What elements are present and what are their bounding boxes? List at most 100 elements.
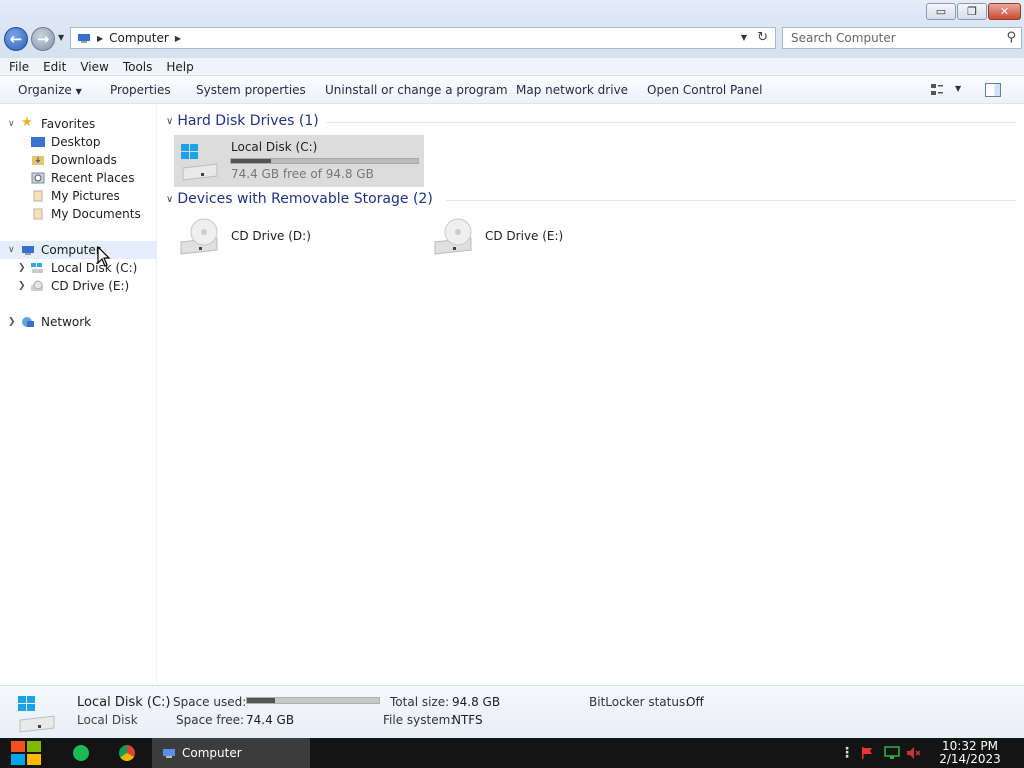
drive-tile-cd-drive-d[interactable]: CD Drive (D:) bbox=[174, 216, 424, 260]
explorer-window: ▭ ❐ ✕ ← → ▼ ▶ Computer ▶ ▼ ↻ Search Comp… bbox=[0, 0, 1024, 738]
space-free-label: Space free: bbox=[176, 713, 245, 727]
bitlocker-status-label: BitLocker status: bbox=[589, 695, 690, 709]
cd-drive-icon bbox=[31, 280, 43, 291]
expand-arrow-icon[interactable]: ❯ bbox=[18, 263, 26, 273]
recent-places-icon bbox=[31, 172, 45, 184]
navigation-bar: ← → ▼ ▶ Computer ▶ ▼ ↻ Search Computer ⚲ bbox=[0, 24, 1024, 58]
map-network-drive-button[interactable]: Map network drive bbox=[516, 83, 628, 97]
drive-tile-local-disk-c[interactable]: Local Disk (C:) 74.4 GB free of 94.8 GB bbox=[174, 135, 424, 187]
sidebar-item-my-documents[interactable]: My Documents bbox=[0, 205, 157, 223]
action-center-flag-icon[interactable] bbox=[860, 746, 874, 760]
collapse-arrow-icon[interactable]: ∨ bbox=[166, 194, 173, 205]
address-dropdown-icon[interactable]: ▼ bbox=[741, 33, 747, 42]
back-arrow-icon: ← bbox=[9, 30, 23, 48]
expand-arrow-icon[interactable]: ❯ bbox=[8, 317, 16, 327]
uninstall-program-button[interactable]: Uninstall or change a program bbox=[325, 83, 508, 97]
computer-icon bbox=[78, 34, 90, 43]
cd-drive-icon bbox=[434, 218, 472, 255]
hard-drive-icon bbox=[31, 263, 43, 273]
close-button[interactable]: ✕ bbox=[988, 3, 1021, 20]
taskbar: Computer ⋮ 10:32 PM 2/14/2023 bbox=[0, 738, 1024, 768]
forward-button[interactable]: → bbox=[31, 27, 55, 51]
address-bar[interactable]: ▶ Computer ▶ ▼ ↻ bbox=[70, 27, 776, 49]
view-options-dropdown-icon[interactable]: ▼ bbox=[955, 84, 961, 93]
sidebar-item-computer[interactable]: ∨ Computer bbox=[0, 241, 157, 259]
spotify-icon[interactable] bbox=[73, 745, 89, 761]
back-button[interactable]: ← bbox=[4, 27, 28, 51]
group-title: Devices with Removable Storage (2) bbox=[177, 191, 433, 207]
details-pane: Local Disk (C:) Local Disk Space used: S… bbox=[0, 685, 1024, 738]
recent-pages-dropdown-icon[interactable]: ▼ bbox=[58, 33, 64, 42]
total-size-label: Total size: bbox=[390, 695, 450, 709]
organize-button[interactable]: Organize ▼ bbox=[18, 83, 82, 97]
breadcrumb-separator-icon[interactable]: ▶ bbox=[97, 34, 103, 43]
star-icon: ★ bbox=[21, 115, 33, 130]
open-control-panel-button[interactable]: Open Control Panel bbox=[647, 83, 762, 97]
show-hidden-icons-icon[interactable]: ⋮ bbox=[840, 745, 854, 761]
network-status-icon[interactable] bbox=[884, 746, 900, 760]
details-drive-name: Local Disk (C:) bbox=[77, 695, 171, 710]
menu-tools[interactable]: Tools bbox=[118, 60, 158, 74]
collapse-arrow-icon[interactable]: ∨ bbox=[8, 245, 15, 255]
collapse-arrow-icon[interactable]: ∨ bbox=[8, 119, 15, 129]
menu-bar: File Edit View Tools Help bbox=[0, 58, 1024, 76]
drive-name: Local Disk (C:) bbox=[231, 140, 318, 154]
sidebar-item-label: My Pictures bbox=[51, 189, 120, 203]
search-input[interactable]: Search Computer ⚲ bbox=[782, 27, 1022, 49]
sidebar-item-favorites[interactable]: ∨ ★ Favorites bbox=[0, 115, 157, 133]
sidebar-item-label: Favorites bbox=[41, 117, 96, 131]
downloads-folder-icon bbox=[32, 156, 44, 165]
expand-arrow-icon[interactable]: ❯ bbox=[18, 281, 26, 291]
menu-file[interactable]: File bbox=[4, 60, 34, 74]
search-icon[interactable]: ⚲ bbox=[1006, 30, 1016, 45]
menu-help[interactable]: Help bbox=[161, 60, 198, 74]
documents-folder-icon bbox=[33, 208, 43, 220]
space-used-fill bbox=[247, 698, 276, 703]
title-bar[interactable]: ▭ ❐ ✕ bbox=[0, 0, 1024, 24]
group-divider bbox=[326, 122, 1016, 123]
cd-drive-icon bbox=[180, 218, 218, 255]
system-clock[interactable]: 10:32 PM 2/14/2023 bbox=[930, 740, 1010, 766]
volume-muted-icon[interactable] bbox=[906, 746, 922, 760]
sidebar-item-desktop[interactable]: Desktop bbox=[0, 133, 157, 151]
breadcrumb-computer[interactable]: Computer bbox=[109, 31, 169, 45]
sidebar-item-label: My Documents bbox=[51, 207, 141, 221]
refresh-icon[interactable]: ↻ bbox=[757, 30, 768, 45]
drive-name: CD Drive (D:) bbox=[231, 229, 311, 243]
sidebar-item-downloads[interactable]: Downloads bbox=[0, 151, 157, 169]
sidebar-item-label: Desktop bbox=[51, 135, 101, 149]
sidebar-item-my-pictures[interactable]: My Pictures bbox=[0, 187, 157, 205]
computer-icon bbox=[22, 246, 34, 255]
drive-usage-fill bbox=[231, 159, 272, 163]
breadcrumb-chevron-icon[interactable]: ▶ bbox=[175, 34, 181, 43]
mouse-cursor-icon bbox=[97, 246, 111, 267]
command-bar: Organize ▼ Properties System properties … bbox=[0, 77, 1024, 104]
preview-pane-icon[interactable] bbox=[985, 83, 1001, 97]
search-placeholder: Search Computer bbox=[791, 31, 896, 45]
file-system-label: File system: bbox=[383, 713, 455, 727]
system-properties-button[interactable]: System properties bbox=[196, 83, 306, 97]
menu-edit[interactable]: Edit bbox=[38, 60, 71, 74]
sidebar-item-local-disk-c[interactable]: ❯ Local Disk (C:) bbox=[0, 259, 157, 277]
collapse-arrow-icon[interactable]: ∨ bbox=[166, 116, 173, 127]
properties-button[interactable]: Properties bbox=[110, 83, 171, 97]
sidebar-item-label: CD Drive (E:) bbox=[51, 279, 130, 293]
sidebar-item-network[interactable]: ❯ Network bbox=[0, 313, 157, 331]
forward-arrow-icon: → bbox=[36, 30, 50, 48]
chrome-icon[interactable] bbox=[119, 745, 135, 761]
minimize-button[interactable]: ▭ bbox=[926, 3, 956, 20]
space-used-label: Space used: bbox=[173, 695, 247, 709]
drive-tile-cd-drive-e[interactable]: CD Drive (E:) bbox=[428, 216, 678, 260]
details-drive-type: Local Disk bbox=[77, 713, 138, 727]
desktop-icon bbox=[31, 137, 45, 147]
change-view-icon[interactable] bbox=[930, 83, 944, 96]
space-free-value: 74.4 GB bbox=[246, 713, 295, 727]
maximize-button[interactable]: ❐ bbox=[957, 3, 987, 20]
menu-view[interactable]: View bbox=[75, 60, 113, 74]
sidebar-item-cd-drive-e[interactable]: ❯ CD Drive (E:) bbox=[0, 277, 157, 295]
start-button-windows-logo-icon[interactable] bbox=[8, 739, 44, 767]
group-header-hard-disks[interactable]: ∨ Hard Disk Drives (1) bbox=[166, 111, 319, 131]
taskbar-item-computer[interactable]: Computer bbox=[152, 738, 310, 768]
sidebar-item-recent-places[interactable]: Recent Places bbox=[0, 169, 157, 187]
group-header-removable[interactable]: ∨ Devices with Removable Storage (2) bbox=[166, 189, 433, 209]
